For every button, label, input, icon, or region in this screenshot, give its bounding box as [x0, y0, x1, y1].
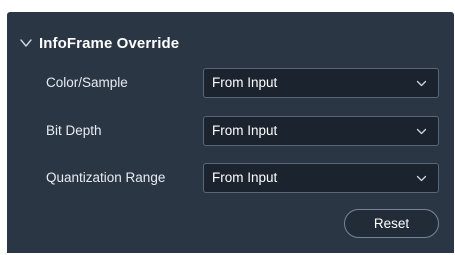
- section-title: InfoFrame Override: [39, 34, 180, 52]
- field-row-bit-depth: Bit Depth From Input: [7, 116, 454, 146]
- infoframe-override-panel: InfoFrame Override Color/Sample From Inp…: [7, 12, 454, 253]
- chevron-down-icon: [19, 36, 33, 50]
- bit-depth-label: Bit Depth: [46, 123, 102, 138]
- field-row-quantization-range: Quantization Range From Input: [7, 163, 454, 193]
- color-sample-value: From Input: [212, 75, 278, 90]
- bit-depth-value: From Input: [212, 123, 278, 138]
- bit-depth-select[interactable]: From Input: [203, 116, 439, 146]
- color-sample-label: Color/Sample: [46, 75, 128, 90]
- section-header-toggle[interactable]: InfoFrame Override: [19, 32, 179, 54]
- color-sample-select[interactable]: From Input: [203, 68, 439, 98]
- reset-button[interactable]: Reset: [344, 209, 439, 238]
- quantization-range-select[interactable]: From Input: [203, 163, 439, 193]
- field-row-color-sample: Color/Sample From Input: [7, 68, 454, 98]
- chevron-down-icon: [416, 78, 427, 89]
- chevron-down-icon: [416, 173, 427, 184]
- chevron-down-icon: [416, 126, 427, 137]
- quantization-range-value: From Input: [212, 170, 278, 185]
- quantization-range-label: Quantization Range: [46, 170, 166, 185]
